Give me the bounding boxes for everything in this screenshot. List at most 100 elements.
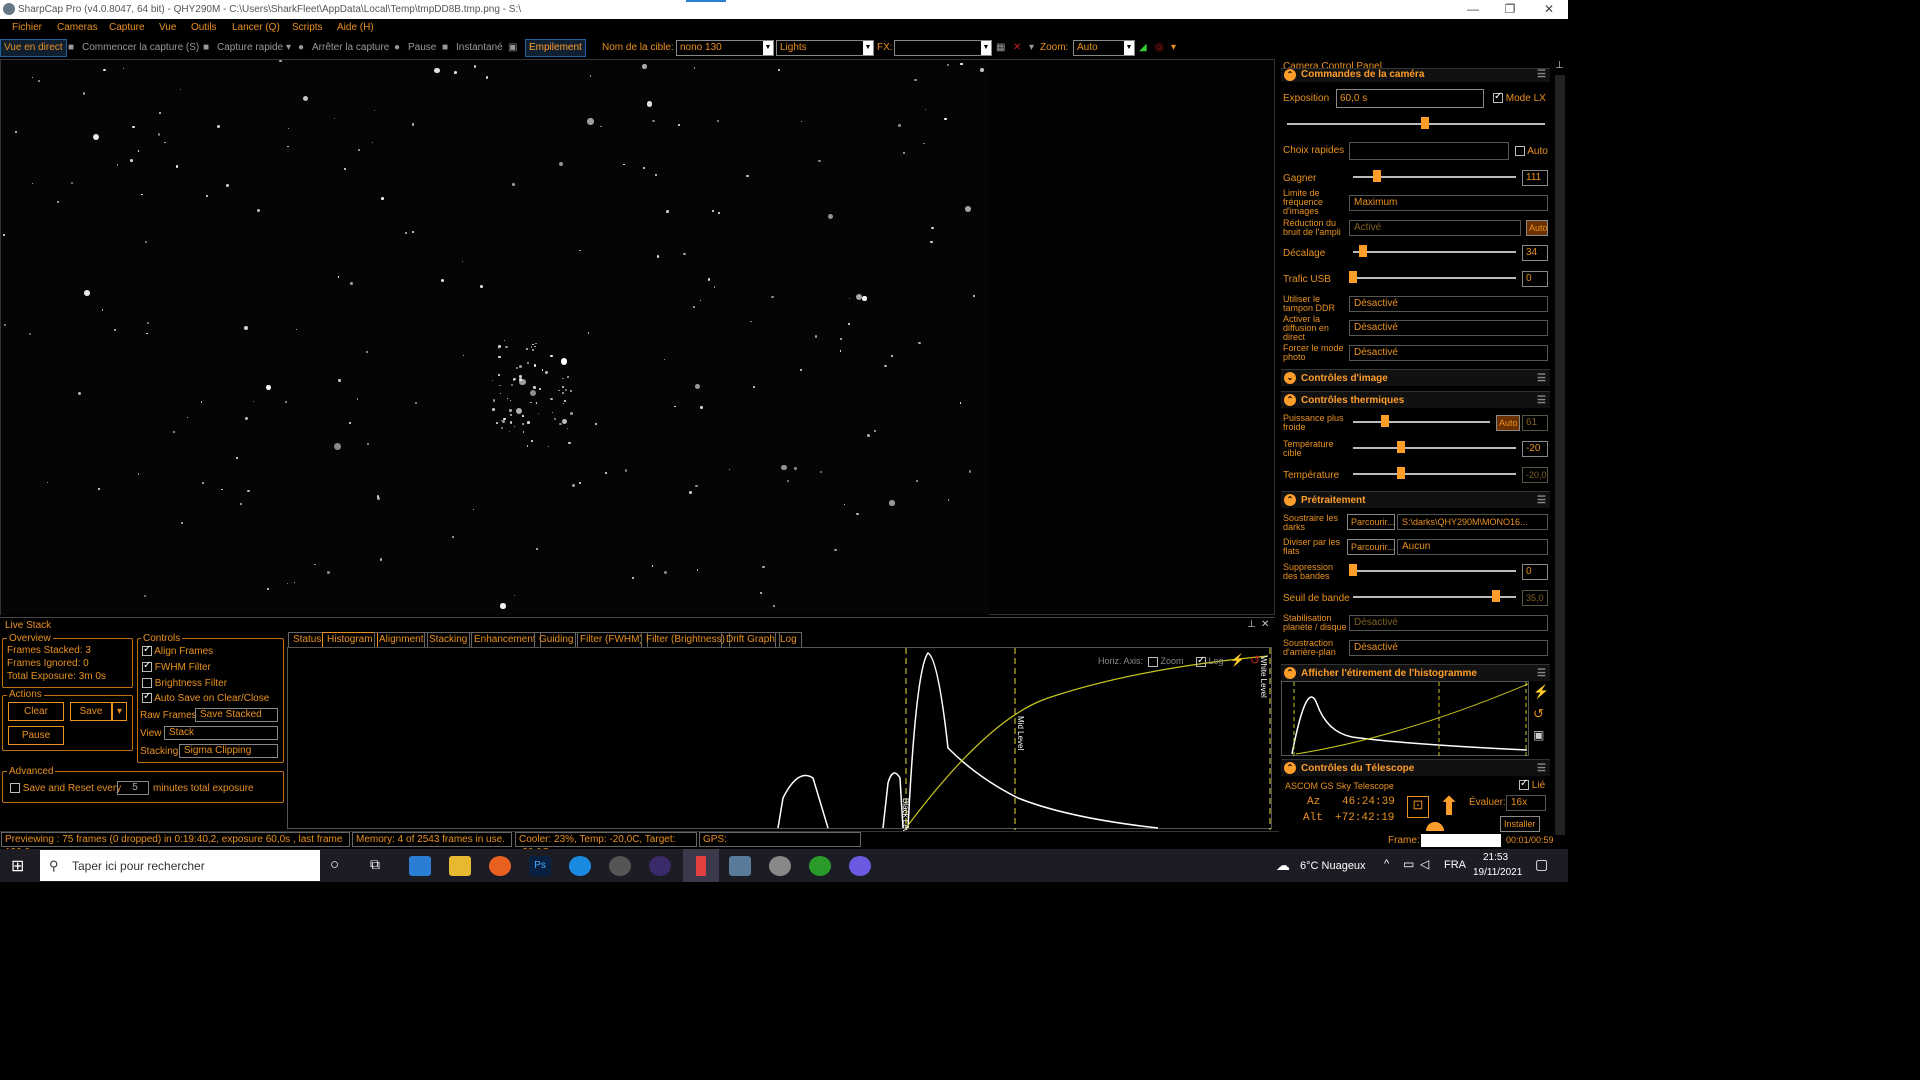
cooler-power-input[interactable]: 61 <box>1522 415 1548 431</box>
minutes-spinner[interactable]: 5 <box>117 781 149 795</box>
pin-icon[interactable]: ⊥ <box>1555 60 1564 71</box>
lx-mode-checkbox[interactable]: Mode LX <box>1493 91 1546 104</box>
close-icon[interactable]: ✕ <box>1534 2 1564 16</box>
cooler-power-slider[interactable] <box>1353 421 1490 423</box>
minimize-icon[interactable]: — <box>1458 2 1488 16</box>
log-checkbox[interactable]: Log <box>1196 655 1224 667</box>
arrow-pad-partial[interactable] <box>1409 822 1461 831</box>
teamviewer-icon[interactable] <box>569 856 591 876</box>
exposure-slider[interactable] <box>1287 123 1545 125</box>
calculator-icon[interactable] <box>729 856 751 876</box>
tab-drift-graph[interactable]: Drift Graph <box>721 632 780 647</box>
chevron-up-icon[interactable]: ^ <box>1384 858 1389 870</box>
start-capture-button[interactable]: Commencer la capture (S) <box>82 42 199 53</box>
tab-stacking[interactable]: Stacking <box>424 632 473 647</box>
banding-input[interactable]: 0 <box>1522 564 1548 580</box>
auto-checkbox[interactable]: Auto <box>1515 146 1548 157</box>
mail-icon[interactable] <box>409 856 431 876</box>
menu-cameras[interactable]: Cameras <box>57 22 98 33</box>
align-frames-checkbox[interactable]: Align Frames <box>142 644 213 657</box>
crosshair-icon[interactable]: ✕ <box>1013 42 1021 53</box>
histogram-icon[interactable]: ◢ <box>1139 42 1147 53</box>
frame-progress[interactable] <box>1421 834 1501 847</box>
menu-vue[interactable]: Vue <box>159 22 176 33</box>
stop-capture-button[interactable]: Arrêter la capture <box>312 42 389 53</box>
close-panel-icon[interactable]: ✕ <box>1261 619 1269 630</box>
language-indicator[interactable]: FRA <box>1444 859 1466 871</box>
panel-scrollbar[interactable] <box>1555 75 1565 835</box>
planet-stab-dropdown[interactable]: Désactivé <box>1349 615 1548 631</box>
task-view-icon[interactable]: ⧉ <box>370 856 380 873</box>
offset-slider-thumb[interactable] <box>1359 245 1367 257</box>
mini-histogram[interactable] <box>1281 681 1529 757</box>
tab-alignment[interactable]: Alignment <box>374 632 429 647</box>
quick-choice-dropdown[interactable] <box>1349 142 1509 160</box>
section-histogram-stretch[interactable]: ⌃ Afficher l'étirement de l'histogramme ☰ <box>1281 664 1550 681</box>
clear-button[interactable]: Clear <box>8 702 64 721</box>
pin-icon[interactable]: ⊥ <box>1247 619 1256 630</box>
firefox-icon[interactable] <box>489 856 511 876</box>
usb-traffic-input[interactable]: 0 <box>1522 271 1548 287</box>
install-button[interactable]: Installer <box>1500 816 1540 832</box>
offset-slider[interactable] <box>1353 251 1516 253</box>
photoshop-icon[interactable]: Ps <box>529 856 551 876</box>
save-icon[interactable]: ▣ <box>1533 728 1544 742</box>
flats-browse-button[interactable]: Parcourir... <box>1347 539 1395 555</box>
section-thermal-controls[interactable]: ⌃ Contrôles thermiques ☰ <box>1281 391 1550 408</box>
discord-icon[interactable] <box>849 856 871 876</box>
usb-traffic-slider-thumb[interactable] <box>1349 271 1357 283</box>
tab-filter-brightness[interactable]: Filter (Brightness) <box>641 632 730 647</box>
app-icon-globe[interactable] <box>609 856 631 876</box>
cooler-auto-button[interactable]: Auto <box>1496 415 1520 431</box>
fps-limit-dropdown[interactable]: Maximum <box>1349 195 1548 211</box>
photo-mode-dropdown[interactable]: Désactivé <box>1349 345 1548 361</box>
app-icon-stellarium[interactable] <box>649 856 671 876</box>
chevron-down-icon[interactable]: ▾ <box>286 42 291 53</box>
monitor-icon[interactable]: ▣ <box>508 42 517 53</box>
section-camera-controls[interactable]: ⌃ Commandes de la caméra ☰ <box>1281 68 1550 82</box>
menu-aide[interactable]: Aide (H) <box>337 22 374 33</box>
target-icon[interactable]: ◎ <box>1155 42 1164 53</box>
fx-combo[interactable]: ▼ <box>894 40 992 56</box>
menu-scripts[interactable]: Scripts <box>292 22 323 33</box>
banding-slider-thumb[interactable] <box>1349 564 1357 576</box>
menu-icon[interactable]: ☰ <box>1537 760 1546 777</box>
target-name-combo[interactable]: nono 130 ▼ <box>676 40 774 56</box>
volume-icon[interactable]: ◁ <box>1420 857 1429 871</box>
lightning-icon[interactable]: ⚡ <box>1533 684 1549 700</box>
flats-dropdown[interactable]: Aucun <box>1397 539 1548 555</box>
cooler-power-slider-thumb[interactable] <box>1381 415 1389 427</box>
arrow-up-icon[interactable]: ⬆ <box>1436 793 1462 819</box>
rate-dropdown[interactable]: 16x <box>1506 795 1546 811</box>
ddr-buffer-dropdown[interactable]: Désactivé <box>1349 296 1548 312</box>
frame-type-combo[interactable]: Lights ▼ <box>776 40 874 56</box>
save-reset-checkbox[interactable]: Save and Reset every <box>10 783 121 794</box>
park-icon[interactable]: ⊡ <box>1407 796 1429 818</box>
tab-filter-fwhm[interactable]: Filter (FWHM) <box>575 632 648 647</box>
pause-button[interactable]: Pause <box>408 42 436 53</box>
gain-input[interactable]: 111 <box>1522 170 1548 186</box>
band-threshold-slider-thumb[interactable] <box>1492 590 1500 602</box>
section-preprocessing[interactable]: ⌃ Prétraitement ☰ <box>1281 491 1550 508</box>
exposure-input[interactable]: 60,0 s <box>1336 89 1484 108</box>
cortana-icon[interactable]: ○ <box>330 856 339 873</box>
tab-enhancement[interactable]: Enhancement <box>469 632 541 647</box>
histogram-area[interactable]: Horiz. Axis: Zoom Log ⚡ ↺ Black Level Mi… <box>287 647 1272 839</box>
amp-noise-dropdown[interactable]: Activé <box>1349 220 1521 236</box>
menu-icon[interactable]: ☰ <box>1537 392 1546 409</box>
zoom-combo[interactable]: Auto ▼ <box>1073 40 1135 56</box>
section-image-controls[interactable]: ⌄ Contrôles d'image ☰ <box>1281 369 1550 386</box>
brightness-filter-checkbox[interactable]: Brightness Filter <box>142 678 227 689</box>
tab-log[interactable]: Log <box>775 632 802 647</box>
darks-browse-button[interactable]: Parcourir... <box>1347 514 1395 530</box>
grid-icon[interactable]: ▦ <box>996 42 1005 53</box>
darks-dropdown[interactable]: S:\darks\QHY290M\MONO16... <box>1397 514 1548 530</box>
target-temp-slider[interactable] <box>1353 447 1516 449</box>
view-dropdown[interactable]: Stack <box>164 726 278 740</box>
file-explorer-icon[interactable] <box>449 856 471 876</box>
raw-frames-dropdown[interactable]: Save Stacked <box>195 708 278 722</box>
tab-histogram[interactable]: Histogram <box>322 632 378 647</box>
windows-start-icon[interactable]: ⊞ <box>11 856 24 876</box>
zoom-checkbox[interactable]: Zoom <box>1148 656 1184 667</box>
tab-guiding[interactable]: Guiding <box>534 632 579 647</box>
